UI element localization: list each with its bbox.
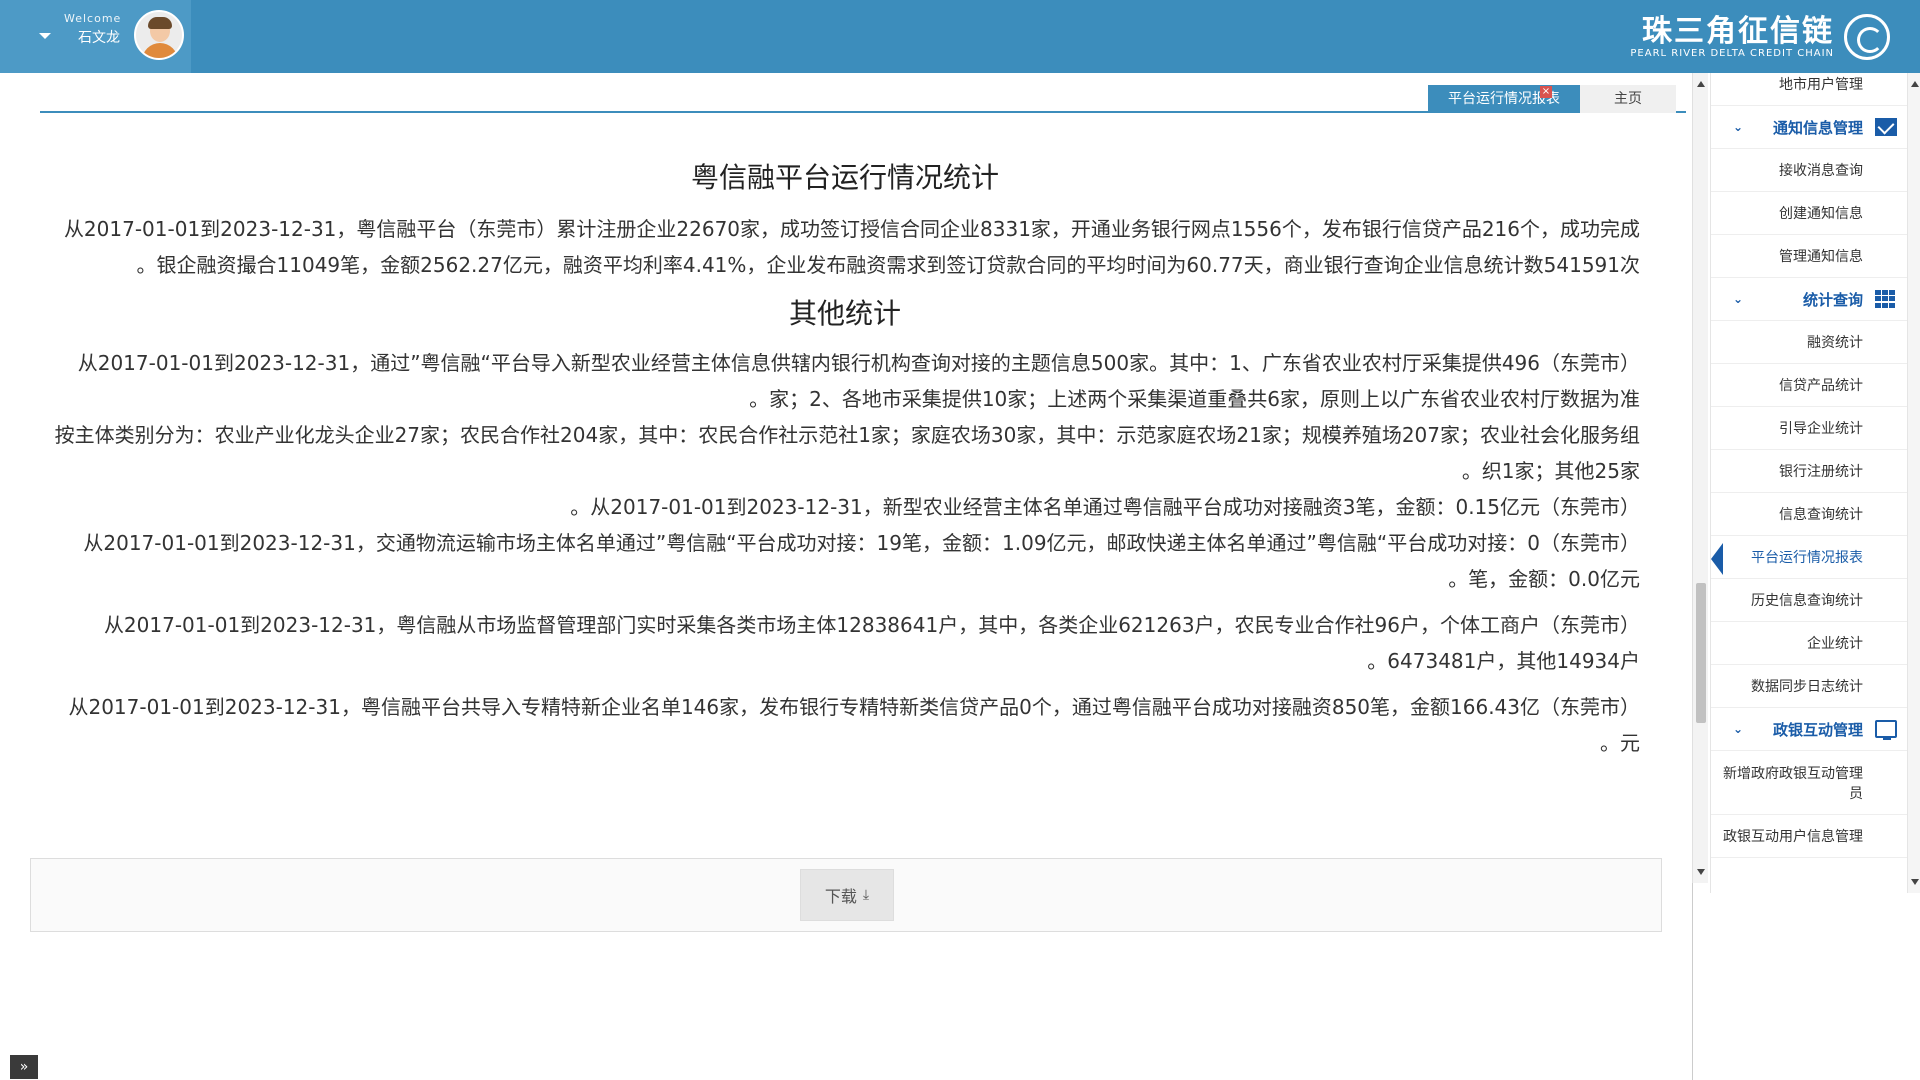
download-icon: ⤓ [862,887,870,903]
scroll-up-arrow-icon[interactable] [1697,81,1705,87]
sidebar-item-bank-register-stats[interactable]: 银行注册统计 [1711,450,1907,493]
sidebar-item-add-govbank-admin[interactable]: 新增政府政银互动管理员 [1711,751,1907,815]
report-paragraph-4: （东莞市）从2017-01-01到2023-12-31，新型农业经营主体名单通过… [570,495,1640,519]
user-info: Welcome 石文龙 [64,12,120,47]
sidebar-item-financing-stats[interactable]: 融资统计 [1711,321,1907,364]
sidebar-scroll-down-icon[interactable] [1911,879,1919,885]
welcome-label: Welcome [64,12,122,25]
active-item-marker [1711,543,1723,575]
scroll-thumb[interactable] [1696,583,1706,723]
report-title: 粤信融平台运行情况统计 [690,161,999,194]
sidebar-item-enterprise-stats[interactable]: 企业统计 [1711,622,1907,665]
mail-icon [1875,118,1897,136]
report-subtitle: 其他统计 [788,297,901,330]
scroll-to-top-button[interactable]: » [10,1055,38,1079]
sidebar-item-govbank-user-info[interactable]: 政银互动用户信息管理 [1711,815,1907,858]
logo-cn-text: 珠三角征信链 [1642,13,1834,49]
report-paragraph-5: （东莞市）从2017-01-01到2023-12-31，交通物流运输市场主体名单… [83,531,1640,591]
sidebar-item-platform-report[interactable]: 平台运行情况报表 [1711,536,1907,579]
tab-platform-report[interactable]: 平台运行情况报表 [1428,85,1580,113]
report-body: 粤信融平台运行情况统计 从2017-01-01到2023-12-31，粤信融平台… [50,153,1640,761]
sidebar: 地市用户管理 ⌄ 通知信息管理 接收消息查询 创建通知信息 管理通知信息 ⌄ 统… [1710,73,1920,893]
logo-mark-icon [1844,14,1890,60]
sidebar-item-sync-log-stats[interactable]: 数据同步日志统计 [1711,665,1907,708]
sidebar-item-receive-query[interactable]: 接收消息查询 [1711,149,1907,192]
top-header: Welcome 石文龙 珠三角征信链 PEARL RIVER DELTA CRE… [0,0,1920,73]
caret-down-icon[interactable] [39,33,51,39]
sidebar-group-stats[interactable]: ⌄ 统计查询 [1711,278,1907,321]
grid-icon [1875,290,1897,308]
report-paragraph-1: 从2017-01-01到2023-12-31，粤信融平台（东莞市）累计注册企业2… [63,217,1640,277]
avatar[interactable] [134,10,184,60]
scroll-down-arrow-icon[interactable] [1697,869,1705,875]
sidebar-item-create-notice[interactable]: 创建通知信息 [1711,192,1907,235]
sidebar-scroll-up-icon[interactable] [1911,81,1919,87]
brand-logo: 珠三角征信链 PEARL RIVER DELTA CREDIT CHAIN [1630,12,1890,62]
logo-en-text: PEARL RIVER DELTA CREDIT CHAIN [1630,47,1834,59]
chevron-down-icon: ⌄ [1733,292,1744,306]
report-paragraph-2: （东莞市）从2017-01-01到2023-12-31，通过”粤信融“平台导入新… [77,351,1640,411]
vertical-divider [1692,883,1693,1080]
chevron-down-icon: ⌄ [1733,722,1744,736]
download-button[interactable]: 下载 ⤓ [800,869,894,921]
sidebar-group-govbank[interactable]: ⌄ 政银互动管理 [1711,708,1907,751]
report-paragraph-6: （东莞市）从2017-01-01到2023-12-31，粤信融从市场监督管理部门… [103,613,1640,673]
user-menu[interactable]: Welcome 石文龙 [0,0,191,73]
monitor-icon [1875,720,1897,740]
sidebar-item-product-stats[interactable]: 信贷产品统计 [1711,364,1907,407]
report-paragraph-7: （东莞市）从2017-01-01到2023-12-31，粤信融平台共导入专精特新… [68,695,1640,755]
tab-close-icon[interactable]: × [1540,86,1552,98]
download-panel: 下载 ⤓ [30,858,1662,932]
username-label: 石文龙 [78,30,120,46]
report-paragraph-3: 按主体类别分为：农业产业化龙头企业27家；农民合作社204家，其中：农民合作社示… [54,423,1640,483]
main-content: 平台运行情况报表 × 主页 粤信融平台运行情况统计 从2017-01-01到20… [0,73,1692,1080]
sidebar-item-info-query-stats[interactable]: 信息查询统计 [1711,493,1907,536]
download-label: 下载 [824,887,857,906]
sidebar-item-guide-stats[interactable]: 引导企业统计 [1711,407,1907,450]
main-scrollbar[interactable] [1692,73,1708,883]
tabs-bar: 平台运行情况报表 × 主页 [40,79,1686,113]
sidebar-item-city-users[interactable]: 地市用户管理 [1711,63,1907,106]
sidebar-scrollbar[interactable] [1907,73,1920,893]
chevron-down-icon: ⌄ [1733,120,1744,134]
sidebar-item-history-query-stats[interactable]: 历史信息查询统计 [1711,579,1907,622]
sidebar-group-notice[interactable]: ⌄ 通知信息管理 [1711,106,1907,149]
sidebar-item-manage-notice[interactable]: 管理通知信息 [1711,235,1907,278]
tab-home[interactable]: 主页 [1580,85,1676,113]
